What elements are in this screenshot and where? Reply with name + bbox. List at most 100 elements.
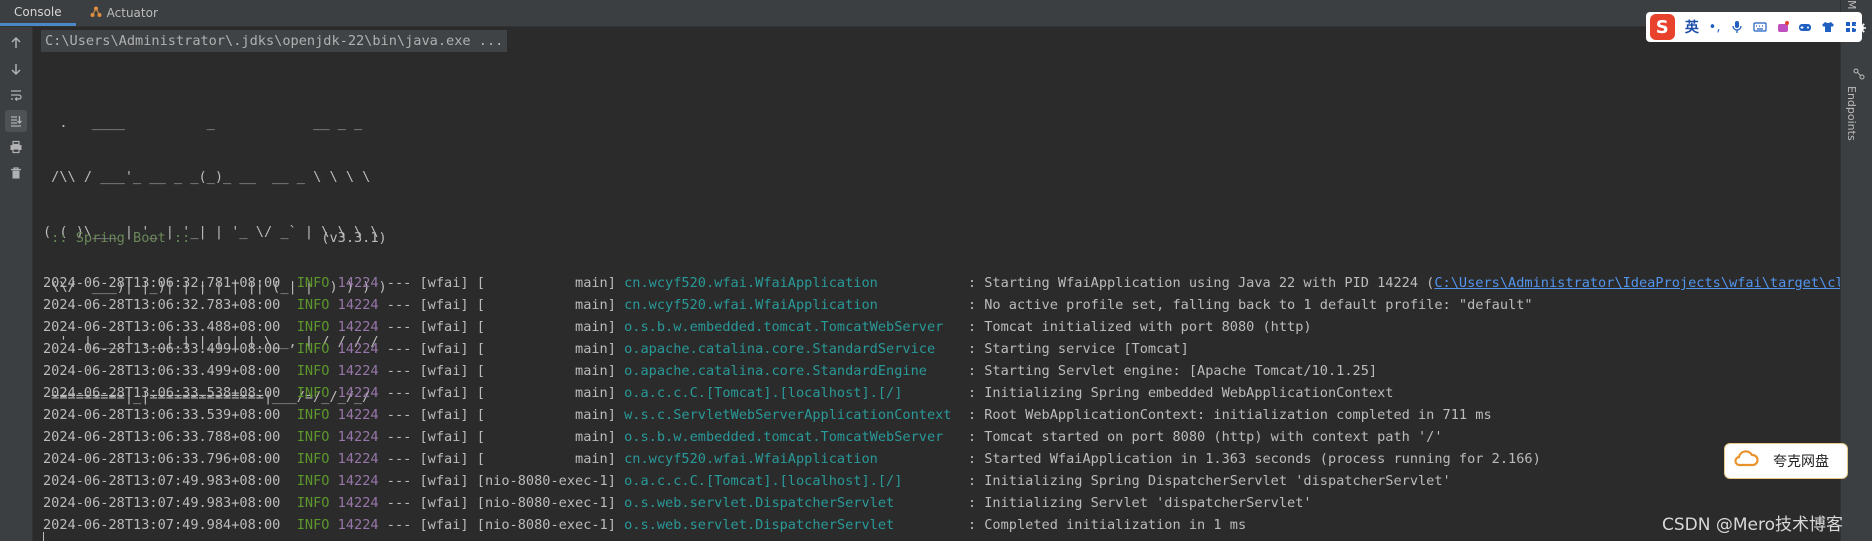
log-timestamp: 2024-06-28T13:06:33.796+08:00: [43, 451, 281, 467]
log-pid: 14224: [337, 407, 379, 423]
ime-language-toggle[interactable]: 英: [1681, 16, 1704, 38]
log-thread: main]: [484, 385, 625, 401]
log-thread: nio-8080-exec-1]: [484, 495, 625, 511]
scroll-down-button[interactable]: [5, 58, 27, 80]
log-pid: 14224: [337, 275, 379, 291]
log-thread: main]: [484, 297, 625, 313]
log-level: INFO: [296, 275, 330, 291]
log-app: --- [wfai] [: [378, 429, 485, 445]
log-thread: main]: [484, 341, 625, 357]
endpoints-icon[interactable]: [1853, 68, 1865, 83]
ide-run-window: Console Actuator C:\Users\Administrator\…: [0, 0, 1872, 541]
log-timestamp: 2024-06-28T13:06:32.781+08:00: [43, 275, 281, 291]
settings-icon[interactable]: [1853, 20, 1867, 39]
shirt-icon[interactable]: [1817, 16, 1840, 38]
tool-window-tabbar: Console Actuator: [0, 0, 1840, 27]
print-button[interactable]: [5, 136, 27, 158]
log-level: INFO: [296, 429, 330, 445]
log-app: --- [wfai] [: [378, 319, 485, 335]
log-line: 2024-06-28T13:06:33.499+08:00 INFO 14224…: [43, 338, 1840, 360]
console-output[interactable]: C:\Users\Administrator\.jdks\openjdk-22\…: [33, 27, 1840, 541]
right-tool-label-top[interactable]: M: [1845, 0, 1858, 10]
cloud-drive-widget[interactable]: 夸克网盘: [1724, 443, 1848, 479]
log-app: --- [wfai] [: [378, 385, 485, 401]
log-thread: main]: [484, 363, 625, 379]
gamepad-icon[interactable]: [1794, 16, 1817, 38]
log-logger: o.a.c.c.C.[Tomcat].[localhost].[/]: [624, 473, 960, 489]
actuator-icon: [90, 6, 102, 21]
log-logger: cn.wcyf520.wfai.WfaiApplication: [624, 451, 960, 467]
log-message: : Initializing Servlet 'dispatcherServle…: [959, 495, 1312, 511]
log-logger: o.apache.catalina.core.StandardService: [624, 341, 960, 357]
log-line: 2024-06-28T13:06:32.781+08:00 INFO 14224…: [43, 272, 1840, 294]
log-pid: 14224: [337, 341, 379, 357]
keyboard-icon[interactable]: [1749, 16, 1772, 38]
soft-wrap-button[interactable]: [5, 84, 27, 106]
log-pid: 14224: [337, 363, 379, 379]
log-message: : Starting service [Tomcat]: [959, 341, 1189, 357]
console-toolbar: [0, 27, 33, 541]
log-logger: w.s.c.ServletWebServerApplicationContext: [624, 407, 960, 423]
log-level: INFO: [296, 341, 330, 357]
microphone-icon[interactable]: [1726, 16, 1749, 38]
log-pid: 14224: [337, 429, 379, 445]
log-logger: o.s.b.w.embedded.tomcat.TomcatWebServer: [624, 429, 960, 445]
sogou-logo-icon[interactable]: S: [1650, 14, 1675, 40]
log-message: : Initializing Spring DispatcherServlet …: [959, 473, 1451, 489]
log-message: : Starting WfaiApplication using Java 22…: [959, 275, 1435, 291]
log-app: --- [wfai] [: [378, 341, 485, 357]
log-app: --- [wfai] [: [378, 363, 485, 379]
log-pid: 14224: [337, 473, 379, 489]
log-timestamp: 2024-06-28T13:06:33.538+08:00: [43, 385, 281, 401]
command-line[interactable]: C:\Users\Administrator\.jdks\openjdk-22\…: [41, 30, 508, 52]
log-logger: o.s.b.w.embedded.tomcat.TomcatWebServer: [624, 319, 960, 335]
log-app: --- [wfai] [: [378, 297, 485, 313]
log-message: : Tomcat initialized with port 8080 (htt…: [959, 319, 1312, 335]
cloud-icon: [1733, 449, 1759, 473]
clear-all-button[interactable]: [5, 162, 27, 184]
log-thread: main]: [484, 275, 625, 291]
log-level: INFO: [296, 297, 330, 313]
tab-actuator[interactable]: Actuator: [76, 0, 172, 26]
log-message: : Tomcat started on port 8080 (http) wit…: [959, 429, 1443, 445]
log-thread: main]: [484, 407, 625, 423]
cloud-drive-label: 夸克网盘: [1773, 454, 1829, 470]
log-app: --- [wfai] [: [378, 451, 485, 467]
tab-console[interactable]: Console: [0, 0, 76, 26]
log-message: : Starting Servlet engine: [Apache Tomca…: [959, 363, 1378, 379]
log-app: --- [wfai] [: [378, 407, 485, 423]
skin-icon[interactable]: [1771, 16, 1794, 38]
scroll-to-end-button[interactable]: [5, 110, 27, 132]
endpoints-tab[interactable]: Endpoints: [1845, 86, 1858, 141]
log-message: : Completed initialization in 1 ms: [959, 517, 1247, 533]
log-pid: 14224: [337, 385, 379, 401]
print-icon: [10, 140, 22, 154]
log-timestamp: 2024-06-28T13:07:49.983+08:00: [43, 495, 281, 511]
log-logger: cn.wcyf520.wfai.WfaiApplication: [624, 275, 960, 291]
log-level: INFO: [296, 451, 330, 467]
log-line: 2024-06-28T13:07:49.984+08:00 INFO 14224…: [43, 514, 1840, 536]
classpath-link[interactable]: C:\Users\Administrator\IdeaProjects\wfai…: [1434, 275, 1840, 291]
log-timestamp: 2024-06-28T13:06:32.783+08:00: [43, 297, 281, 313]
tab-actuator-label: Actuator: [106, 6, 158, 20]
log-line: 2024-06-28T13:06:33.796+08:00 INFO 14224…: [43, 448, 1840, 470]
ime-toolbar: S 英 •,: [1646, 12, 1862, 42]
log-level: INFO: [296, 517, 330, 533]
log-level: INFO: [296, 363, 330, 379]
log-pid: 14224: [337, 297, 379, 313]
arrow-down-icon: [11, 64, 21, 76]
log-timestamp: 2024-06-28T13:06:33.539+08:00: [43, 407, 281, 423]
log-level: INFO: [296, 473, 330, 489]
log-level: INFO: [296, 319, 330, 335]
log-app: --- [wfai] [: [378, 517, 485, 533]
tab-console-label: Console: [14, 4, 62, 19]
soft-wrap-icon: [11, 90, 22, 101]
log-line: 2024-06-28T13:06:33.538+08:00 INFO 14224…: [43, 382, 1840, 404]
scroll-up-button[interactable]: [5, 32, 27, 54]
log-app: --- [wfai] [: [378, 495, 485, 511]
log-pid: 14224: [337, 451, 379, 467]
log-message: : Root WebApplicationContext: initializa…: [959, 407, 1492, 423]
log-line: 2024-06-28T13:07:49.983+08:00 INFO 14224…: [43, 470, 1840, 492]
log-line: 2024-06-28T13:07:49.983+08:00 INFO 14224…: [43, 492, 1840, 514]
ime-punctuation-toggle[interactable]: •,: [1703, 16, 1726, 38]
